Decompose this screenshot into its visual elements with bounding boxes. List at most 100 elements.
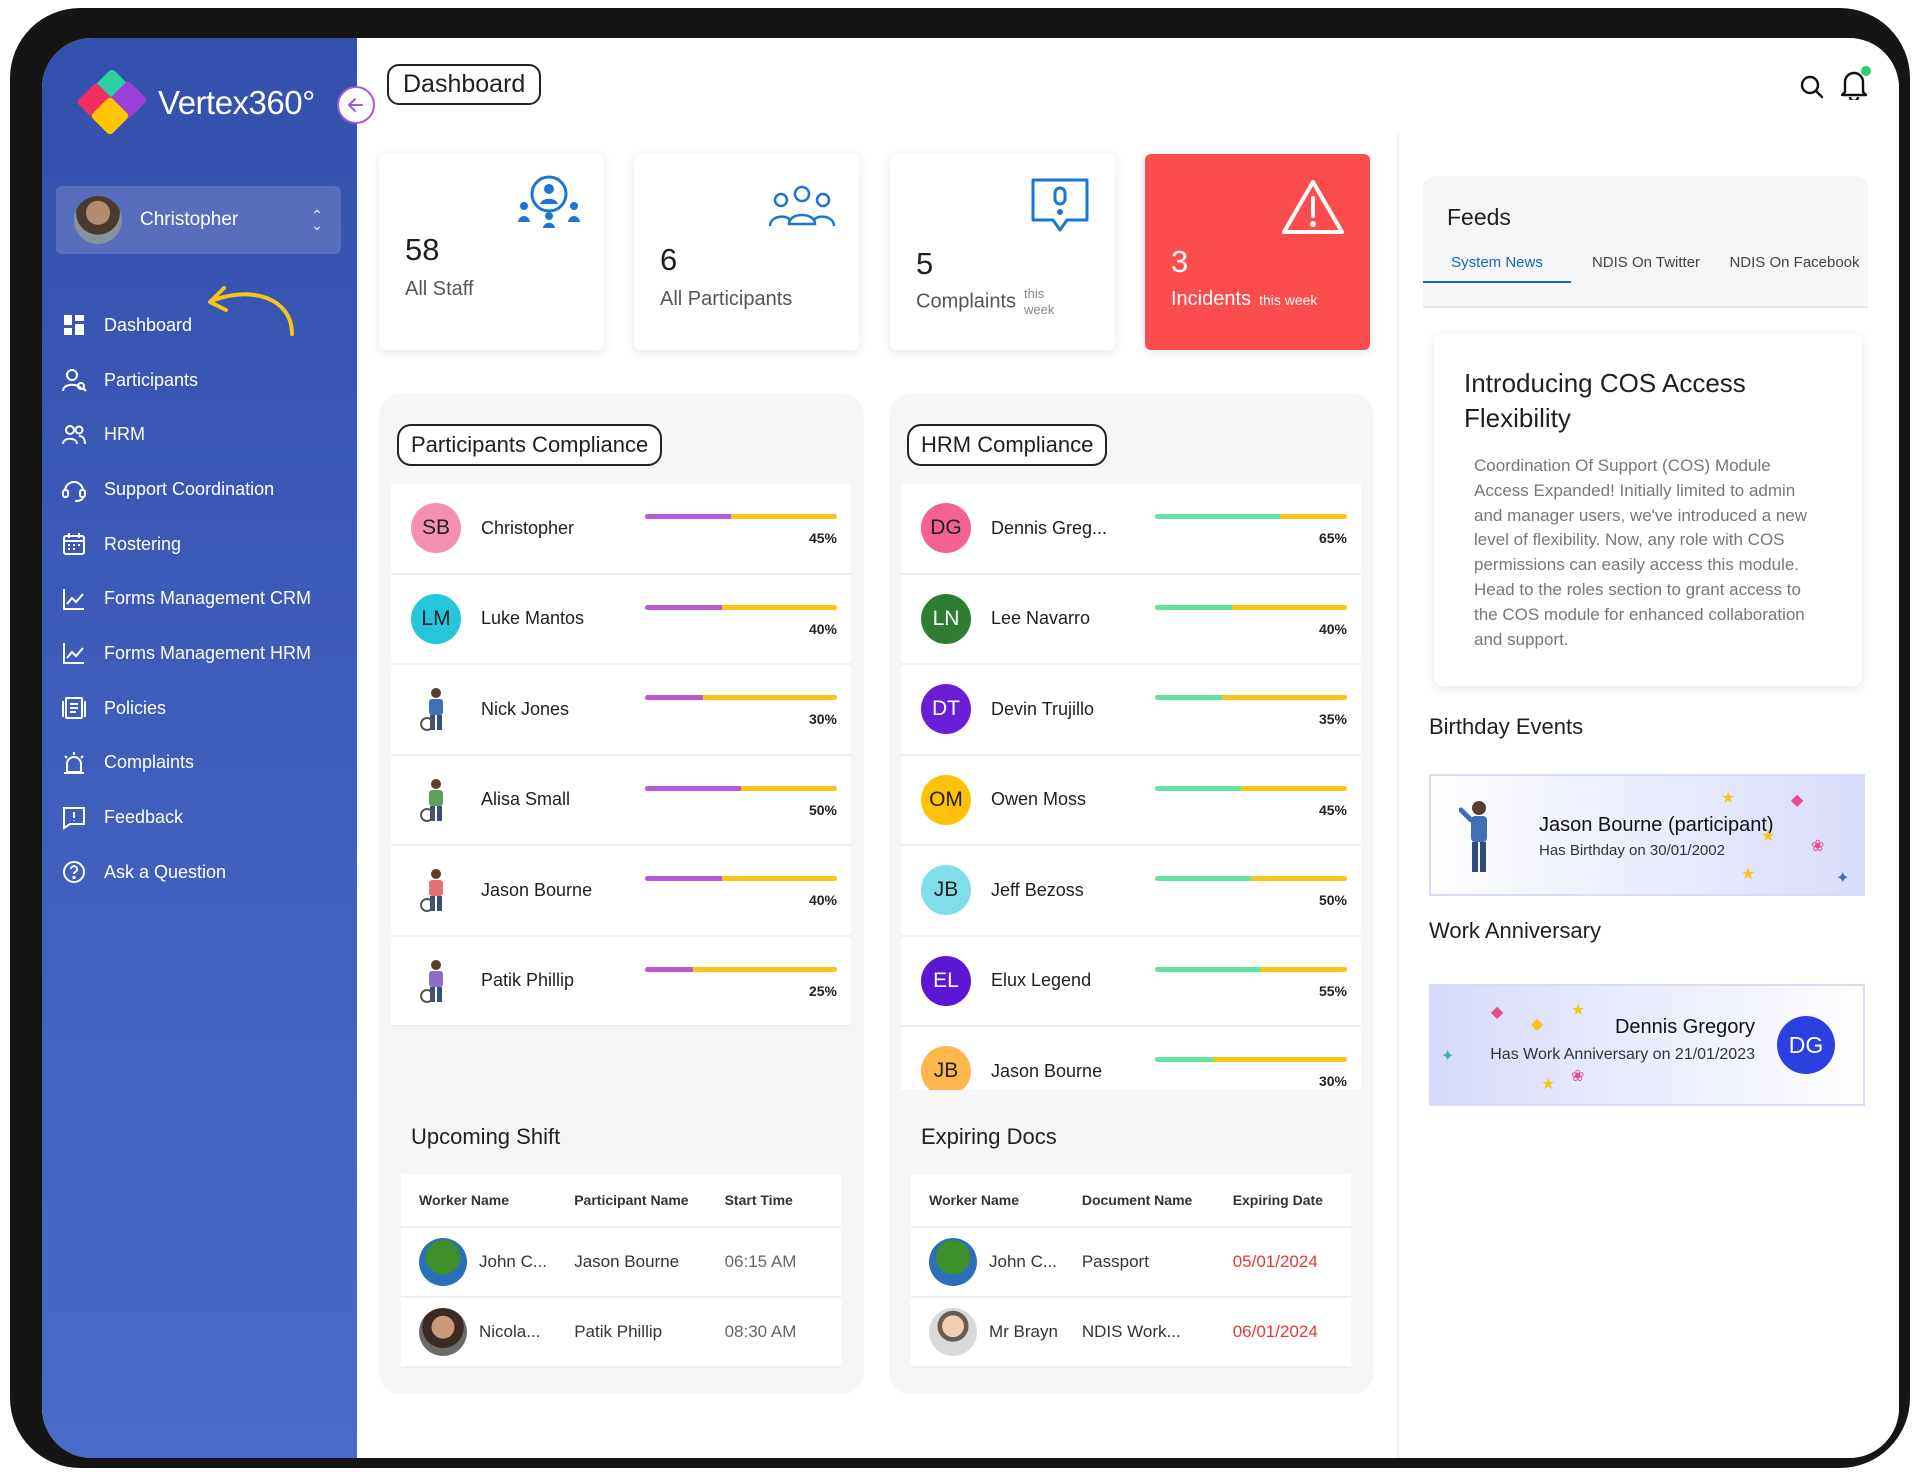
confetti-icon: ★ xyxy=(1721,790,1736,807)
collapse-sidebar-button[interactable] xyxy=(337,86,375,124)
compliance-percent: 40% xyxy=(808,620,837,637)
avatar: JB xyxy=(921,865,971,916)
table-row[interactable]: Nicola... Patik Phillip 08:30 AM xyxy=(401,1298,841,1368)
compliance-progress-bar xyxy=(1155,604,1347,610)
anniversary-card[interactable]: ◆ ◆ ★ ✦ ★ ❀ Dennis Gregory Has Work Anni… xyxy=(1429,984,1865,1106)
list-item[interactable]: JB Jeff Bezoss 50% xyxy=(901,846,1361,937)
avatar xyxy=(411,684,461,734)
confetti-icon: ◆ xyxy=(1791,792,1804,809)
birthday-date: Has Birthday on 30/01/2002 xyxy=(1539,842,1725,859)
start-time: 08:30 AM xyxy=(724,1322,797,1341)
avatar: DG xyxy=(921,503,971,554)
sidebar-item-complaints[interactable]: Complaints xyxy=(60,736,340,791)
tab-ndis-facebook[interactable]: NDIS On Facebook xyxy=(1721,248,1868,283)
tab-system-news[interactable]: System News xyxy=(1423,248,1571,283)
feeds-panel: Feeds System News NDIS On Twitter NDIS O… xyxy=(1423,176,1868,306)
search-icon[interactable] xyxy=(1799,74,1825,100)
app-screen: Vertex360° Christopher ⌃ ⌄ Dashboard Parti… xyxy=(42,38,1899,1458)
sidebar-item-forms-management-crm[interactable]: Forms Management CRM xyxy=(60,571,340,626)
stat-card-complaints[interactable]: 5 Complaints this week xyxy=(890,154,1115,350)
list-item[interactable]: DG Dennis Greg... 65% xyxy=(901,484,1361,575)
alarm-icon xyxy=(60,749,88,777)
chart-icon xyxy=(60,639,88,667)
person-name: Christopher xyxy=(481,517,575,538)
document-name: Passport xyxy=(1081,1252,1149,1271)
table-header: Worker Name Participant Name Start Time xyxy=(401,1174,841,1228)
avatar xyxy=(929,1238,977,1286)
sidebar: Vertex360° Christopher ⌃ ⌄ Dashboard Parti… xyxy=(42,38,375,1458)
expiring-date: 06/01/2024 xyxy=(1232,1322,1318,1341)
list-item[interactable]: EL Elux Legend 55% xyxy=(901,936,1361,1027)
birthday-title: Birthday Events xyxy=(1429,714,1584,739)
list-item[interactable]: LN Lee Navarro 40% xyxy=(901,574,1361,665)
list-item[interactable]: SB Christopher 45% xyxy=(391,484,851,575)
person-name: Patik Phillip xyxy=(481,970,575,991)
sidebar-item-dashboard[interactable]: Dashboard xyxy=(60,298,340,353)
person-name: Jason Bourne xyxy=(991,1060,1103,1081)
user-switcher[interactable]: Christopher ⌃ ⌄ xyxy=(56,186,341,254)
tab-ndis-twitter[interactable]: NDIS On Twitter xyxy=(1571,248,1721,283)
sidebar-item-feedback[interactable]: Feedback xyxy=(60,790,340,845)
list-item[interactable]: Nick Jones 30% xyxy=(391,665,851,756)
notifications-button[interactable] xyxy=(1839,66,1871,105)
list-item[interactable]: DT Devin Trujillo 35% xyxy=(901,665,1361,756)
topbar: Dashboard xyxy=(357,38,1899,134)
sidebar-item-participants[interactable]: Participants xyxy=(60,353,340,408)
complaint-bubble-icon xyxy=(1031,178,1089,232)
stat-sub: this week xyxy=(1024,286,1055,317)
app-logo[interactable]: Vertex360° xyxy=(76,68,315,136)
progress-fill xyxy=(1155,695,1223,700)
progress-fill xyxy=(1155,514,1280,519)
expiring-docs-title: Expiring Docs xyxy=(921,1124,1057,1149)
upcoming-shift-title: Upcoming Shift xyxy=(411,1124,561,1149)
chevron-updown-icon: ⌃ ⌄ xyxy=(311,207,323,233)
compliance-progress-bar xyxy=(645,514,837,519)
main-nav: Dashboard Participants HRM Support Coordina… xyxy=(60,298,340,900)
hrm-compliance-list: DG Dennis Greg... 65% LN Lee Navarro 40% DT Dev… xyxy=(901,484,1361,1090)
table-row[interactable]: Mr Brayn NDIS Work... 06/01/2024 xyxy=(911,1298,1351,1368)
list-item[interactable]: OM Owen Moss 45% xyxy=(901,755,1361,846)
list-item[interactable]: JB Jason Bourne 30% xyxy=(901,1027,1361,1090)
sidebar-item-support-coordination[interactable]: Support Coordination xyxy=(60,462,340,517)
sidebar-item-ask-a-question[interactable]: Ask a Question xyxy=(60,845,340,900)
expiring-docs-table: Worker Name Document Name Expiring Date … xyxy=(911,1174,1351,1368)
app-name: Vertex360° xyxy=(158,84,315,121)
sidebar-item-policies[interactable]: Policies xyxy=(60,681,340,736)
avatar: JB xyxy=(921,1046,971,1090)
stat-card-incidents[interactable]: 3 Incidents this week xyxy=(1145,154,1370,350)
sidebar-item-forms-management-hrm[interactable]: Forms Management HRM xyxy=(60,626,340,681)
birthday-card[interactable]: Jason Bourne (participant) Has Birthday … xyxy=(1429,774,1865,896)
group-icon xyxy=(769,185,835,227)
table-header: Worker Name Document Name Expiring Date xyxy=(911,1174,1351,1228)
list-item[interactable]: Alisa Small 50% xyxy=(391,755,851,846)
table-row[interactable]: John C... Jason Bourne 06:15 AM xyxy=(401,1228,841,1298)
stat-label: Complaints xyxy=(916,290,1017,313)
stat-card-participants[interactable]: 6 All Participants xyxy=(634,154,859,350)
stat-label-wrap: Complaints this week xyxy=(916,286,1064,318)
confetti-icon: ◆ xyxy=(1531,1016,1544,1033)
list-item[interactable]: Patik Phillip 25% xyxy=(391,936,851,1027)
avatar: LM xyxy=(411,593,461,644)
sidebar-item-label: Policies xyxy=(104,697,167,718)
table-row[interactable]: John C... Passport 05/01/2024 xyxy=(911,1228,1351,1298)
person-name: Lee Navarro xyxy=(991,608,1091,629)
sidebar-item-label: Support Coordination xyxy=(104,478,275,499)
stat-label: Incidents xyxy=(1171,288,1252,310)
progress-fill xyxy=(1155,876,1251,881)
compliance-percent: 40% xyxy=(808,892,837,908)
sidebar-item-rostering[interactable]: Rostering xyxy=(60,517,340,572)
avatar xyxy=(74,196,122,244)
stat-label: All Participants xyxy=(660,288,793,310)
list-item[interactable]: Jason Bourne 40% xyxy=(391,846,851,937)
sidebar-item-hrm[interactable]: HRM xyxy=(60,407,340,462)
sidebar-item-label: Ask a Question xyxy=(104,861,227,882)
list-item[interactable]: LM Luke Mantos 40% xyxy=(391,574,851,665)
news-card[interactable]: Introducing COS Access Flexibility Coord… xyxy=(1434,334,1862,686)
avatar xyxy=(929,1308,977,1356)
panel-title: HRM Compliance xyxy=(907,424,1108,466)
progress-fill xyxy=(645,604,722,610)
stat-card-staff[interactable]: 58 All Staff xyxy=(379,154,604,350)
confetti-icon: ★ xyxy=(1761,828,1776,845)
confetti-icon: ❀ xyxy=(1811,838,1825,855)
avatar xyxy=(419,1308,467,1356)
